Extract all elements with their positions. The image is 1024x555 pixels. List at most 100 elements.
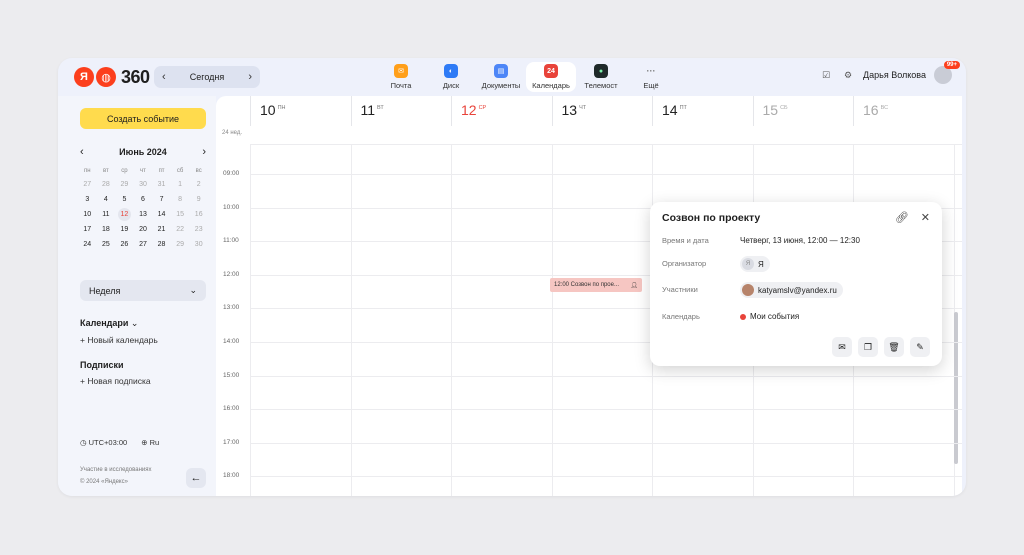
create-event-button[interactable]: Создать событие	[80, 108, 206, 129]
email-participants-button[interactable]: ✉	[832, 337, 852, 357]
day-number: 11	[102, 211, 110, 218]
mini-calendar-day[interactable]: 11	[97, 207, 116, 222]
mini-calendar-day[interactable]: 8	[171, 192, 190, 207]
mini-calendar-day[interactable]: 29	[115, 177, 134, 192]
tasks-icon[interactable]: ☑	[819, 68, 833, 82]
app-mail[interactable]: ✉ Почта	[376, 62, 426, 92]
day-number: 4	[103, 196, 108, 203]
participants-value: katyamslv@yandex.ru	[740, 282, 843, 298]
research-link[interactable]: Участие в исследованиях	[80, 464, 152, 476]
mini-calendar-day[interactable]: 26	[115, 237, 134, 252]
language-selector[interactable]: ⊕ Ru	[141, 438, 159, 447]
app-more[interactable]: ··· Ещё	[626, 62, 676, 92]
mini-calendar-day[interactable]: 28	[152, 237, 171, 252]
today-button[interactable]: Сегодня	[190, 72, 225, 82]
user-name[interactable]: Дарья Волкова	[863, 70, 926, 80]
delete-event-button[interactable]: 🗑︎	[884, 337, 904, 357]
user-icon: 👤︎	[630, 282, 638, 289]
day-column-header[interactable]: 13 ЧТ	[551, 96, 653, 126]
mini-calendar-day[interactable]: 17	[78, 222, 97, 237]
popup-actions: ✉ ❐ 🗑︎ ✎	[832, 337, 930, 357]
day-column-header[interactable]: 12 СР	[451, 96, 552, 126]
mini-calendar-day[interactable]: 28	[97, 177, 116, 192]
mini-calendar-day[interactable]: 25	[97, 237, 116, 252]
mini-calendar-day[interactable]: 16	[189, 207, 208, 222]
day-number: 16	[194, 211, 203, 218]
day-number: 12	[117, 208, 131, 221]
prev-month-icon[interactable]: ‹	[80, 146, 84, 158]
avatar: Я	[742, 258, 754, 270]
mini-calendar-day[interactable]: 29	[171, 237, 190, 252]
mini-calendar-day[interactable]: 27	[134, 237, 153, 252]
mini-calendar-day[interactable]: 4	[97, 192, 116, 207]
calendar-name: Мои события	[750, 312, 800, 321]
mini-calendar-day[interactable]: 24	[78, 237, 97, 252]
day-column-header[interactable]: 11 ВТ	[350, 96, 452, 126]
next-month-icon[interactable]: ›	[202, 146, 206, 158]
day-column-header[interactable]: 15 СБ	[752, 96, 854, 126]
timezone-selector[interactable]: ◷ UTC+03:00	[80, 438, 127, 447]
mini-calendar-day[interactable]: 18	[97, 222, 116, 237]
next-week-icon[interactable]: ›	[248, 71, 252, 83]
app-disk[interactable]: ◐ Диск	[426, 62, 476, 92]
mini-calendar-day[interactable]: 21	[152, 222, 171, 237]
calendars-section-title[interactable]: Календари ⌄	[80, 318, 138, 329]
time-label: Время и дата	[662, 236, 709, 245]
day-number: 13	[139, 211, 147, 218]
app-telemost[interactable]: ● Телемост	[576, 62, 626, 92]
mini-calendar-day[interactable]: 20	[134, 222, 153, 237]
mini-calendar-day[interactable]: 9	[189, 192, 208, 207]
collapse-sidebar-button[interactable]: ←	[186, 468, 206, 488]
day-number: 5	[122, 196, 127, 203]
edit-event-button[interactable]: ✎	[910, 337, 930, 357]
day-number: 10	[83, 211, 92, 218]
mini-calendar-day[interactable]: 5	[115, 192, 134, 207]
mini-calendar-day[interactable]: 3	[78, 192, 97, 207]
mini-calendar-day[interactable]: 19	[115, 222, 134, 237]
copyright: © 2024 «Яндекс»	[80, 479, 128, 485]
participant-chip[interactable]: katyamslv@yandex.ru	[740, 282, 843, 298]
more-icon: ···	[646, 66, 656, 76]
mini-calendar-day[interactable]: 15	[171, 207, 190, 222]
day-column-header[interactable]: 16 ВС	[853, 96, 954, 126]
mini-calendar-day[interactable]: 14	[152, 207, 171, 222]
mini-calendar-day[interactable]: 27	[78, 177, 97, 192]
mini-calendar-day[interactable]: 30	[189, 237, 208, 252]
day-column-header[interactable]: 14 ПТ	[652, 96, 753, 126]
mini-calendar-day[interactable]: 12	[115, 207, 134, 222]
link-icon[interactable]: 🔗︎	[895, 211, 909, 224]
weekday-label: ПТ	[679, 105, 687, 111]
day-number: 16	[863, 102, 879, 118]
day-number: 3	[85, 196, 90, 203]
hour-label: 12:00	[223, 270, 240, 278]
new-subscription-link[interactable]: + Новая подписка	[80, 376, 151, 386]
close-icon[interactable]: ✕	[921, 211, 930, 224]
weekday-label: ВС	[880, 105, 889, 111]
app-documents[interactable]: ▤ Документы	[476, 62, 526, 92]
mini-calendar-day[interactable]: 23	[189, 222, 208, 237]
mini-calendar-day[interactable]: 7	[152, 192, 171, 207]
mini-calendar-day[interactable]: 6	[134, 192, 153, 207]
mini-calendar-day[interactable]: 22	[171, 222, 190, 237]
view-select[interactable]: Неделя ⌄	[80, 280, 206, 301]
mini-calendar-day[interactable]: 31	[152, 177, 171, 192]
calendar-event[interactable]: 12:00 Созвон по прое... 👤︎	[550, 278, 642, 292]
mini-calendar-day[interactable]: 13	[134, 207, 153, 222]
day-number: 6	[141, 196, 145, 203]
mini-calendar-day[interactable]: 1	[171, 177, 190, 192]
organizer-chip[interactable]: Я Я	[740, 256, 770, 272]
avatar[interactable]: 99+	[934, 61, 960, 84]
prev-week-icon[interactable]: ‹	[162, 71, 166, 83]
mini-calendar-day[interactable]: 2	[189, 177, 208, 192]
mini-calendar-day[interactable]: 30	[134, 177, 153, 192]
app-calendar[interactable]: 24 Календарь	[526, 62, 576, 92]
mini-calendar-day[interactable]: 10	[78, 207, 97, 222]
scrollbar[interactable]	[954, 312, 958, 464]
day-column-header[interactable]: 10 ПН	[250, 96, 351, 126]
new-calendar-link[interactable]: + Новый календарь	[80, 335, 158, 345]
gear-icon[interactable]: ⚙	[841, 68, 855, 82]
yandex-360-logo[interactable]: Я ◍ 360	[74, 66, 150, 88]
app-label: Почта	[390, 81, 412, 90]
sidebar: Создать событие ‹ Июнь 2024 › пн вт ср чт пт…	[58, 96, 216, 496]
copy-event-button[interactable]: ❐	[858, 337, 878, 357]
